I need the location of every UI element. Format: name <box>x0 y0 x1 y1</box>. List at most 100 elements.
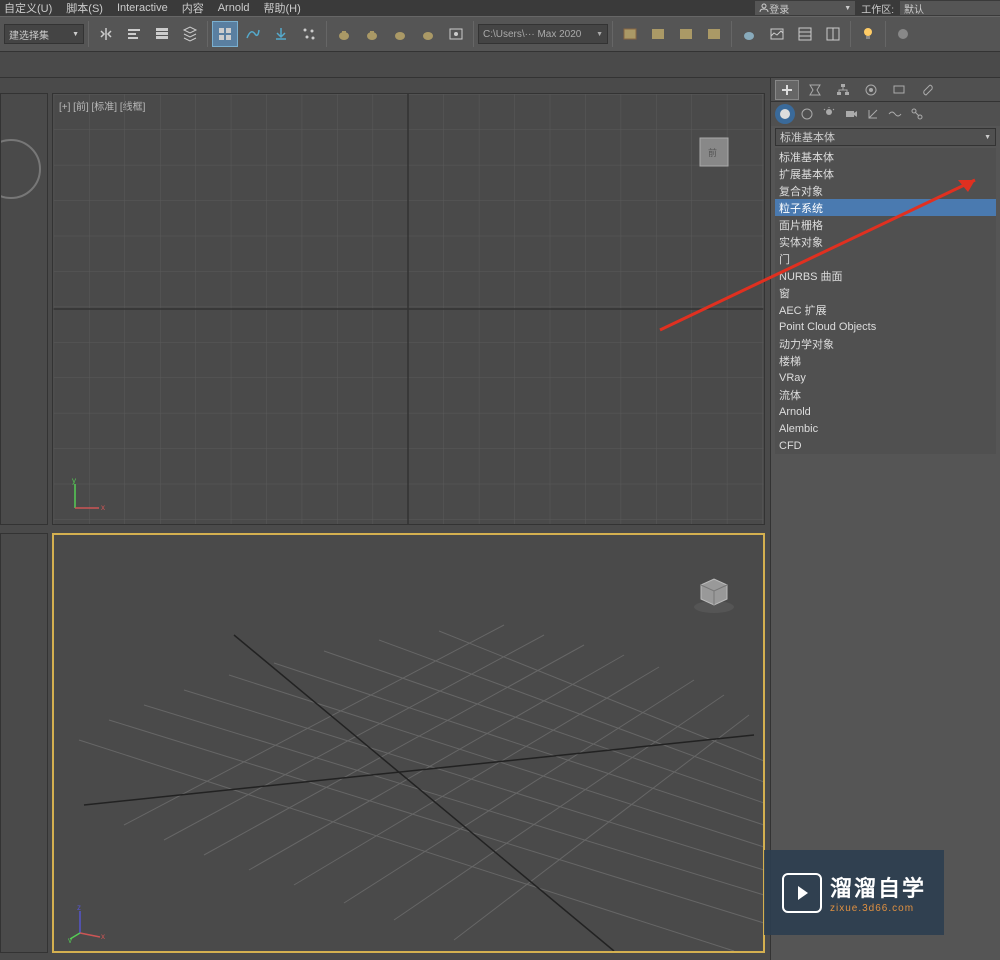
link-icon <box>910 107 924 121</box>
login-label: 登录 <box>769 1 789 16</box>
svg-text:y: y <box>72 476 76 485</box>
axis-gizmo-front: yx <box>67 476 107 516</box>
tab-display[interactable] <box>887 80 911 100</box>
tab-hierarchy[interactable] <box>831 80 855 100</box>
grid-icon <box>217 26 233 42</box>
plus-icon <box>780 83 794 97</box>
align-button[interactable] <box>121 21 147 47</box>
shape-icon <box>800 107 814 121</box>
tab-create[interactable] <box>775 80 799 100</box>
lightbulb-icon <box>860 26 876 42</box>
render3-button[interactable] <box>673 21 699 47</box>
nav-gizmo-icon <box>0 139 41 199</box>
dd-item-pointcloud[interactable]: Point Cloud Objects <box>775 318 996 335</box>
render2-button[interactable] <box>645 21 671 47</box>
subtab-lights[interactable] <box>819 104 839 124</box>
viewport-front[interactable]: [+] [前] [标准] [线框] yx 前 <box>52 93 765 525</box>
dd-item-arnold[interactable]: Arnold <box>775 403 996 420</box>
login-dropdown[interactable]: 登录 ▼ <box>755 1 855 15</box>
particles-button[interactable] <box>296 21 322 47</box>
svg-text:前: 前 <box>708 147 717 158</box>
workspace-label: 工作区: <box>861 1 894 16</box>
viewcube-front[interactable]: 前 <box>690 128 740 178</box>
dd-item-stairs[interactable]: 楼梯 <box>775 352 996 369</box>
menu-interactive[interactable]: Interactive <box>117 2 168 14</box>
light-icon <box>822 107 836 121</box>
dd-item-aec[interactable]: AEC 扩展 <box>775 301 996 318</box>
main-toolbar: 建选择集 C:\Users\··· Max 2020 <box>0 16 1000 52</box>
render-setup-button[interactable] <box>443 21 469 47</box>
dd-item-particles[interactable]: 粒子系统 <box>775 199 996 216</box>
dd-item-dynamics[interactable]: 动力学对象 <box>775 335 996 352</box>
dd-item-cfd[interactable]: CFD <box>775 437 996 454</box>
menu-script[interactable]: 脚本(S) <box>66 0 103 16</box>
frame-icon <box>706 26 722 42</box>
layers-button[interactable] <box>149 21 175 47</box>
menu-customize[interactable]: 自定义(U) <box>4 0 52 16</box>
teapot1-button[interactable] <box>331 21 357 47</box>
dd-item-patch[interactable]: 面片栅格 <box>775 216 996 233</box>
subtab-cameras[interactable] <box>841 104 861 124</box>
viewport-perspective[interactable]: [+] [透视] [标准] [默认明暗处理] <box>52 533 765 953</box>
svg-text:y: y <box>68 936 72 943</box>
axis-gizmo-persp: z x y <box>68 903 108 943</box>
viewport-top-left[interactable] <box>0 93 48 525</box>
command-panel: 标准基本体 标准基本体 扩展基本体 复合对象 粒子系统 面片栅格 实体对象 门 … <box>770 78 1000 960</box>
viewport-bottom-left[interactable] <box>0 533 48 953</box>
dd-item-compound[interactable]: 复合对象 <box>775 182 996 199</box>
render4-button[interactable] <box>701 21 727 47</box>
menu-help[interactable]: 帮助(H) <box>264 0 301 16</box>
teapot-icon <box>420 26 436 42</box>
render1-button[interactable] <box>617 21 643 47</box>
dd-item-nurbs[interactable]: NURBS 曲面 <box>775 267 996 284</box>
last-button[interactable] <box>890 21 916 47</box>
dd-item-doors[interactable]: 门 <box>775 250 996 267</box>
render-frame-button[interactable] <box>764 21 790 47</box>
table1-button[interactable] <box>792 21 818 47</box>
modify-icon <box>808 83 822 97</box>
selection-set-dropdown[interactable]: 建选择集 <box>4 24 84 44</box>
dd-item-alembic[interactable]: Alembic <box>775 420 996 437</box>
watermark-logo-icon <box>782 873 822 913</box>
teapot-render-button[interactable] <box>736 21 762 47</box>
dd-item-vray[interactable]: VRay <box>775 369 996 386</box>
watermark: 溜溜自学 zixue.3d66.com <box>764 850 944 935</box>
tab-motion[interactable] <box>859 80 883 100</box>
workspace-dropdown[interactable]: 默认 <box>900 1 1000 15</box>
table2-button[interactable] <box>820 21 846 47</box>
subtab-helpers[interactable] <box>863 104 883 124</box>
dd-item-extended[interactable]: 扩展基本体 <box>775 165 996 182</box>
viewcube-persp[interactable] <box>689 569 739 619</box>
table-icon <box>797 26 813 42</box>
display-icon <box>892 83 906 97</box>
tab-utilities[interactable] <box>915 80 939 100</box>
teapot2-button[interactable] <box>359 21 385 47</box>
download-icon <box>273 26 289 42</box>
mirror-button[interactable] <box>93 21 119 47</box>
schematic-view-button[interactable] <box>268 21 294 47</box>
subtab-geometry[interactable] <box>775 104 795 124</box>
subtab-systems[interactable] <box>907 104 927 124</box>
user-icon <box>759 3 769 13</box>
teapot3-button[interactable] <box>387 21 413 47</box>
menu-arnold[interactable]: Arnold <box>218 2 250 14</box>
dd-item-body[interactable]: 实体对象 <box>775 233 996 250</box>
layer-explorer-button[interactable] <box>177 21 203 47</box>
geometry-type-dropdown[interactable]: 标准基本体 <box>775 128 996 146</box>
project-path-dropdown[interactable]: C:\Users\··· Max 2020 <box>478 24 608 44</box>
ribbon-toggle-button[interactable] <box>212 21 238 47</box>
sphere-icon <box>778 107 792 121</box>
subtab-spacewarps[interactable] <box>885 104 905 124</box>
ribbon-area <box>0 52 1000 78</box>
dd-item-windows[interactable]: 窗 <box>775 284 996 301</box>
dd-item-fluids[interactable]: 流体 <box>775 386 996 403</box>
curve-editor-button[interactable] <box>240 21 266 47</box>
subtab-shapes[interactable] <box>797 104 817 124</box>
teapot4-button[interactable] <box>415 21 441 47</box>
table-icon <box>825 26 841 42</box>
light-button[interactable] <box>855 21 881 47</box>
menu-content[interactable]: 内容 <box>182 0 204 16</box>
sphere-icon <box>895 26 911 42</box>
dd-item-standard[interactable]: 标准基本体 <box>775 148 996 165</box>
tab-modify[interactable] <box>803 80 827 100</box>
